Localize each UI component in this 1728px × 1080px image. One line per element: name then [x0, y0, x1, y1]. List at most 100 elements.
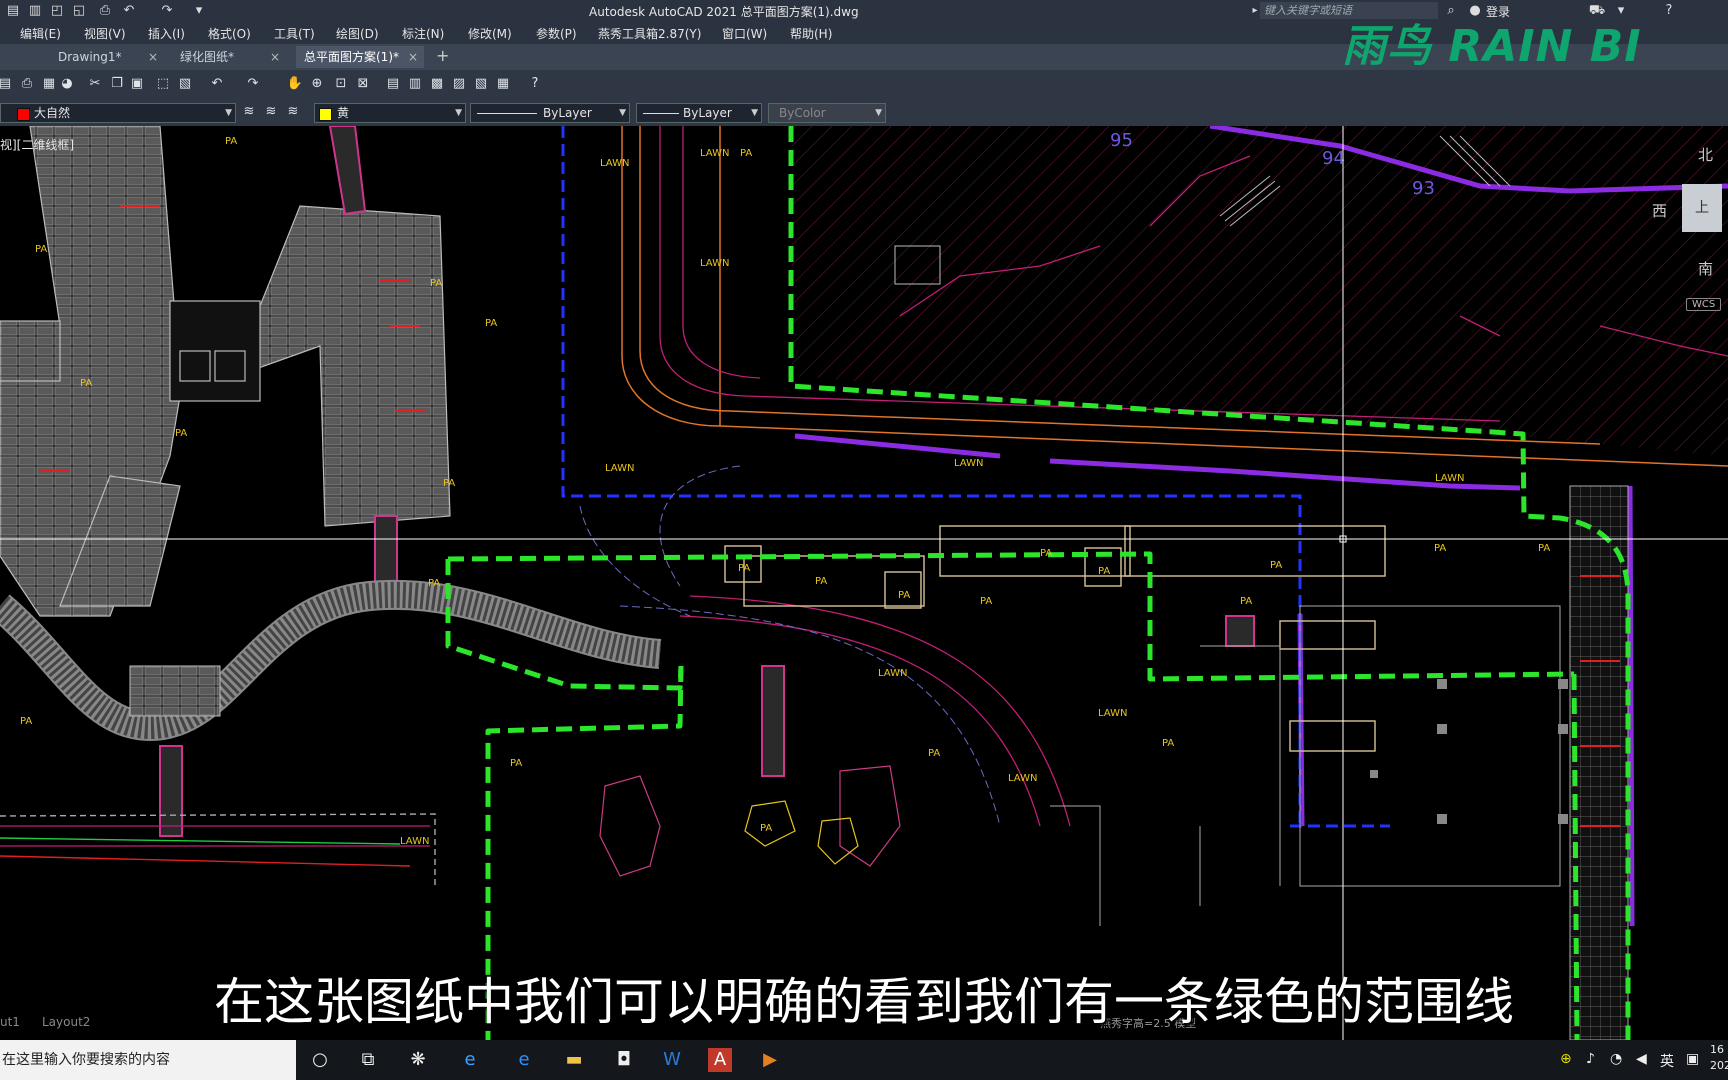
layer-previous-icon[interactable]: ≋: [284, 103, 302, 121]
match-properties-icon[interactable]: ⬚: [154, 75, 172, 93]
autocad-icon[interactable]: A: [708, 1048, 732, 1072]
markup-icon[interactable]: ▧: [472, 75, 490, 93]
calculator-icon[interactable]: ▦: [494, 75, 512, 93]
edge-icon[interactable]: e: [512, 1048, 536, 1072]
menu-edit[interactable]: 编辑(E): [20, 25, 61, 42]
plot-icon[interactable]: ⎙: [18, 75, 36, 93]
layer-properties-icon[interactable]: ≋: [240, 103, 258, 121]
tray-plus-icon[interactable]: ⊕: [1560, 1051, 1572, 1067]
menu-view[interactable]: 视图(V): [84, 25, 126, 42]
wcs-menu[interactable]: WCS: [1686, 298, 1722, 311]
cortana-icon[interactable]: ○: [308, 1048, 332, 1072]
zoom-window-icon[interactable]: ⊡: [332, 75, 350, 93]
volume-icon[interactable]: ◀: [1636, 1051, 1647, 1067]
menu-yanxiu-toolbox[interactable]: 燕秀工具箱2.87(Y): [598, 25, 701, 42]
close-icon[interactable]: ×: [148, 46, 158, 68]
open-web-icon[interactable]: ◰: [48, 2, 66, 20]
contour-label: 93: [1412, 178, 1435, 199]
ime-indicator[interactable]: 英: [1660, 1051, 1674, 1071]
redo-icon[interactable]: ↷: [158, 2, 176, 20]
undo-icon[interactable]: ↶: [208, 75, 226, 93]
save-icon[interactable]: ▤: [4, 2, 22, 20]
menu-insert[interactable]: 插入(I): [148, 25, 185, 42]
menu-window[interactable]: 窗口(W): [722, 25, 767, 42]
file-explorer-icon[interactable]: ▬: [562, 1048, 586, 1072]
menu-format[interactable]: 格式(O): [208, 25, 251, 42]
tab-master-plan[interactable]: 总平面图方案(1)* ×: [296, 46, 424, 68]
svg-text:PA: PA: [1538, 543, 1550, 554]
tab-drawing1[interactable]: Drawing1* ×: [50, 46, 164, 68]
customize-dropdown-icon[interactable]: ▾: [190, 2, 208, 20]
close-icon[interactable]: ×: [270, 46, 280, 68]
plotstyle-name: ByColor: [779, 106, 826, 120]
undo-icon[interactable]: ↶: [120, 2, 138, 20]
layer-color-swatch: [17, 108, 30, 121]
menu-help[interactable]: 帮助(H): [790, 25, 832, 42]
color-dropdown[interactable]: 黄 ▼: [314, 103, 466, 123]
svg-text:PA: PA: [485, 318, 497, 329]
layer-dropdown[interactable]: 大自然 ▼: [0, 103, 236, 123]
print-icon[interactable]: ⎙: [96, 2, 114, 20]
task-view-icon[interactable]: ⧉: [356, 1048, 380, 1072]
ie-icon[interactable]: e: [458, 1048, 482, 1072]
tray-extra-icon[interactable]: ▣: [1686, 1051, 1699, 1067]
save-web-icon[interactable]: ◱: [70, 2, 88, 20]
svg-text:LAWN: LAWN: [600, 158, 629, 169]
svg-text:PA: PA: [430, 278, 442, 289]
svg-text:LAWN: LAWN: [1008, 773, 1037, 784]
svg-text:PA: PA: [980, 596, 992, 607]
zoom-previous-icon[interactable]: ⊠: [354, 75, 372, 93]
menu-parametric[interactable]: 参数(P): [536, 25, 577, 42]
lineweight-dropdown[interactable]: ByLayer ▼: [636, 103, 762, 123]
viewport-controls-label[interactable]: 视][二维线框]: [0, 136, 74, 153]
make-current-layer-icon[interactable]: ≋: [262, 103, 280, 121]
taskbar-clock[interactable]: 16 202: [1710, 1042, 1728, 1074]
tab-label: 总平面图方案(1)*: [304, 50, 399, 64]
drawing-canvas[interactable]: 95 94 93 PA PA PA PA PA PA PA PA PA PA P…: [0, 126, 1728, 1040]
linetype-dropdown[interactable]: ByLayer ▼: [470, 103, 630, 123]
west-label: 西: [1652, 202, 1668, 220]
wps-icon[interactable]: W: [660, 1048, 684, 1072]
contour-label: 94: [1322, 148, 1345, 169]
taskbar-search-input[interactable]: 在这里输入你要搜索的内容: [0, 1040, 296, 1080]
menu-modify[interactable]: 修改(M): [468, 25, 512, 42]
svg-text:PA: PA: [1098, 566, 1110, 577]
close-icon[interactable]: ×: [408, 46, 418, 68]
zoom-realtime-icon[interactable]: ⊕: [308, 75, 326, 93]
bottom-left-lines: [0, 813, 436, 886]
paste-icon[interactable]: ▣: [128, 75, 146, 93]
new-tab-button[interactable]: +: [436, 46, 449, 65]
pan-icon[interactable]: ✋: [286, 75, 304, 93]
menu-dimension[interactable]: 标注(N): [402, 25, 444, 42]
design-center-icon[interactable]: ▥: [406, 75, 424, 93]
video-player-icon[interactable]: ▶: [758, 1048, 782, 1072]
sheet-set-icon[interactable]: ▨: [450, 75, 468, 93]
cad-drawing: 95 94 93 PA PA PA PA PA PA PA PA PA PA P…: [0, 126, 1728, 1040]
help-icon[interactable]: ?: [526, 75, 544, 93]
store-icon[interactable]: ◘: [612, 1048, 636, 1072]
viewcube-face-top[interactable]: 上: [1682, 184, 1722, 232]
svg-text:PA: PA: [80, 378, 92, 389]
lineweight-name: ByLayer: [683, 106, 732, 120]
help-icon[interactable]: ?: [1660, 2, 1678, 20]
publish-icon[interactable]: ◕: [58, 75, 76, 93]
plotstyle-dropdown[interactable]: ByColor ▼: [768, 103, 886, 123]
save-icon[interactable]: ▤: [0, 75, 14, 93]
linetype-sample: [477, 113, 537, 114]
cut-icon[interactable]: ✂: [86, 75, 104, 93]
menu-draw[interactable]: 绘图(D): [336, 25, 379, 42]
save-as-icon[interactable]: ▥: [26, 2, 44, 20]
properties-icon[interactable]: ▤: [384, 75, 402, 93]
svg-text:PA: PA: [428, 578, 440, 589]
copy-icon[interactable]: ❐: [108, 75, 126, 93]
viewcube[interactable]: 北 西 上 南: [1648, 140, 1728, 320]
tool-palettes-icon[interactable]: ▩: [428, 75, 446, 93]
preview-icon[interactable]: ▦: [40, 75, 58, 93]
block-editor-icon[interactable]: ▧: [176, 75, 194, 93]
tab-greening-drawing[interactable]: 绿化图纸* ×: [172, 46, 286, 68]
redo-icon[interactable]: ↷: [244, 75, 262, 93]
app-icon[interactable]: ❋: [406, 1048, 430, 1072]
microphone-icon[interactable]: ♪: [1586, 1051, 1595, 1067]
network-icon[interactable]: ◔: [1610, 1051, 1622, 1067]
menu-tools[interactable]: 工具(T): [274, 25, 315, 42]
